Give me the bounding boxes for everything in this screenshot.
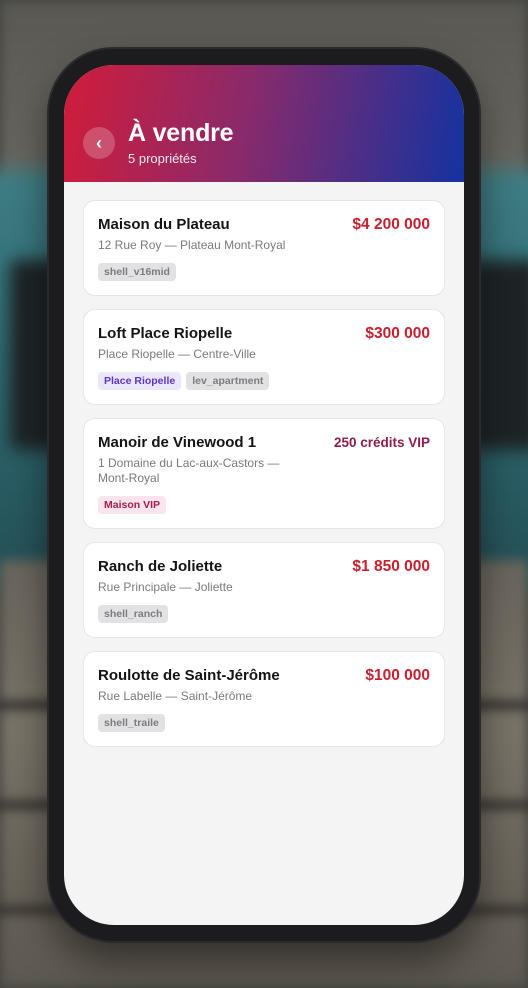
back-button[interactable]: ‹	[83, 127, 115, 159]
property-price: $1 850 000	[352, 558, 430, 575]
property-name: Manoir de Vinewood 1	[98, 434, 257, 451]
chevron-left-icon: ‹	[96, 132, 102, 153]
property-tag: shell_v16mid	[98, 263, 176, 281]
property-card[interactable]: Loft Place Riopelle $300 000 Place Riope…	[83, 309, 445, 405]
property-price: $4 200 000	[352, 216, 430, 233]
property-address: 1 Domaine du Lac-aux-Castors — Mont-Roya…	[98, 456, 280, 485]
property-price: $100 000	[365, 667, 430, 684]
property-price: 250 crédits VIP	[333, 435, 430, 450]
property-name: Ranch de Joliette	[98, 558, 223, 575]
property-card[interactable]: Roulotte de Saint-Jérôme $100 000 Rue La…	[83, 651, 445, 747]
property-price: $300 000	[365, 325, 430, 342]
property-count: 5 propriétés	[128, 151, 197, 166]
property-name: Roulotte de Saint-Jérôme	[98, 667, 280, 684]
property-tag: Maison VIP	[98, 496, 167, 514]
header: ‹ À vendre 5 propriétés	[64, 65, 464, 182]
property-address: 12 Rue Roy — Plateau Mont-Royal	[98, 238, 286, 252]
property-address: Place Riopelle — Centre-Ville	[98, 347, 256, 361]
phone-screen: ‹ À vendre 5 propriétés Maison du Platea…	[64, 65, 464, 925]
property-name: Maison du Plateau	[98, 216, 230, 233]
property-tag: shell_ranch	[98, 605, 169, 623]
page-title: À vendre	[128, 119, 234, 147]
property-tag: Place Riopelle	[98, 372, 182, 390]
phone-frame: ‹ À vendre 5 propriétés Maison du Platea…	[49, 49, 479, 941]
property-card[interactable]: Ranch de Joliette $1 850 000 Rue Princip…	[83, 542, 445, 638]
property-name: Loft Place Riopelle	[98, 325, 233, 342]
property-tag: lev_apartment	[186, 372, 270, 390]
property-address: Rue Labelle — Saint-Jérôme	[98, 689, 253, 703]
property-address: Rue Principale — Joliette	[98, 580, 233, 594]
property-tag: shell_traile	[98, 714, 165, 732]
property-card[interactable]: Maison du Plateau $4 200 000 12 Rue Roy …	[83, 200, 445, 296]
property-list: Maison du Plateau $4 200 000 12 Rue Roy …	[83, 200, 445, 760]
property-card[interactable]: Manoir de Vinewood 1 250 crédits VIP 1 D…	[83, 418, 445, 529]
